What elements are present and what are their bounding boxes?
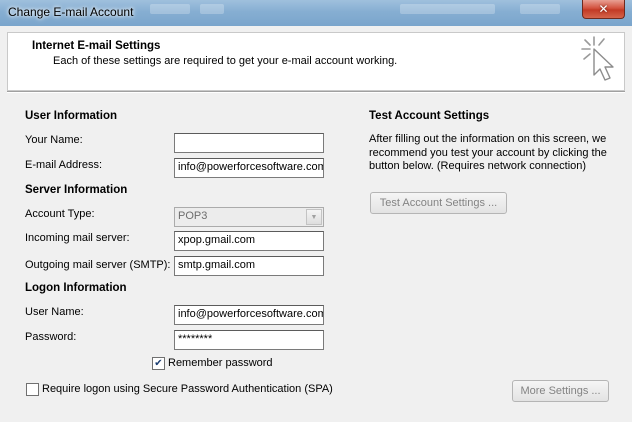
header-title: Internet E-mail Settings <box>32 40 161 52</box>
spa-label[interactable]: Require logon using Secure Password Auth… <box>42 383 333 395</box>
cursor-sparkle-icon <box>581 36 614 81</box>
background-ghost <box>150 4 190 14</box>
user-name-input[interactable]: info@powerforcesoftware.com <box>174 305 324 325</box>
checkmark-icon: ✔ <box>154 357 163 369</box>
outgoing-server-label: Outgoing mail server (SMTP): <box>25 259 171 271</box>
background-ghost <box>400 4 495 14</box>
dialog-header: Internet E-mail Settings Each of these s… <box>7 32 625 91</box>
more-settings-button[interactable]: More Settings ... <box>512 380 609 402</box>
close-icon: ✕ <box>598 2 609 16</box>
test-account-settings-button[interactable]: Test Account Settings ... <box>370 192 507 214</box>
test-settings-heading: Test Account Settings <box>369 110 490 122</box>
logon-info-heading: Logon Information <box>25 282 127 294</box>
email-address-input[interactable]: info@powerforcesoftware.com <box>174 158 324 178</box>
window-title: Change E-mail Account <box>8 5 134 19</box>
background-ghost <box>200 4 224 14</box>
server-info-heading: Server Information <box>25 184 128 196</box>
user-name-label: User Name: <box>25 306 84 318</box>
user-info-heading: User Information <box>25 110 118 122</box>
your-name-input[interactable] <box>174 133 324 153</box>
background-ghost <box>520 4 560 14</box>
account-type-value: POP3 <box>178 210 208 222</box>
account-type-label: Account Type: <box>25 208 95 220</box>
password-input[interactable]: ******** <box>174 330 324 350</box>
account-type-select: POP3 ▼ <box>174 207 324 227</box>
header-divider <box>7 91 625 93</box>
outgoing-server-input[interactable]: smtp.gmail.com <box>174 256 324 276</box>
title-bar: Change E-mail Account ✕ <box>0 0 632 26</box>
incoming-server-label: Incoming mail server: <box>25 232 130 244</box>
remember-password-checkbox[interactable]: ✔ <box>152 357 165 370</box>
spa-checkbox[interactable] <box>26 383 39 396</box>
header-subtitle: Each of these settings are required to g… <box>53 55 398 67</box>
incoming-server-input[interactable]: xpop.gmail.com <box>174 231 324 251</box>
your-name-label: Your Name: <box>25 134 83 146</box>
remember-password-label[interactable]: Remember password <box>168 357 273 369</box>
email-address-label: E-mail Address: <box>25 159 103 171</box>
close-button[interactable]: ✕ <box>582 0 625 19</box>
password-label: Password: <box>25 331 77 343</box>
chevron-down-icon: ▼ <box>306 209 322 225</box>
test-settings-description: After filling out the information on thi… <box>369 133 607 172</box>
